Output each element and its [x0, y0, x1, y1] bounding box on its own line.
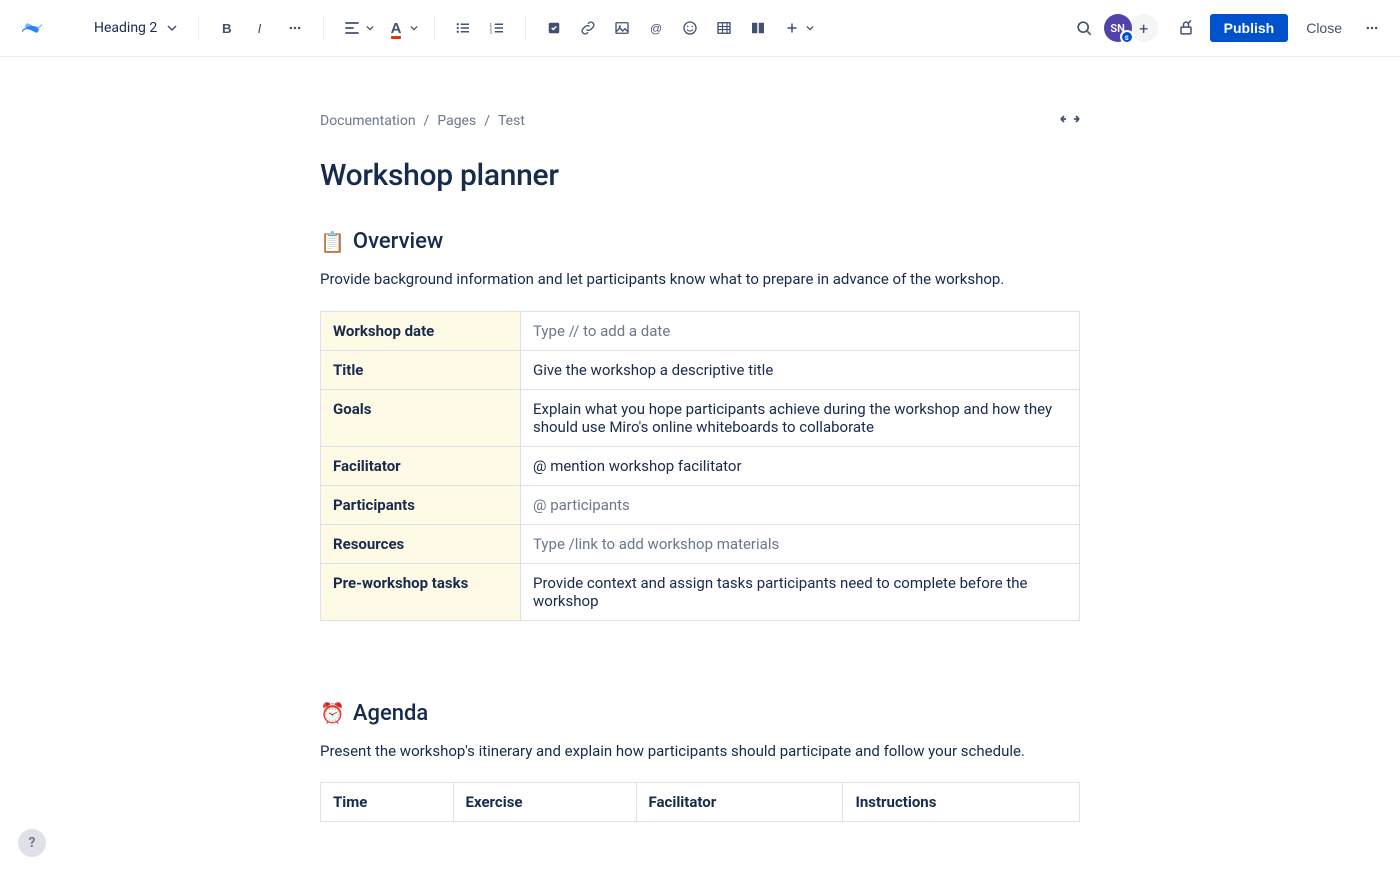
- row-label[interactable]: Resources: [321, 524, 521, 563]
- row-value[interactable]: Provide context and assign tasks partici…: [521, 563, 1080, 620]
- page-content[interactable]: Documentation / Pages / Test Workshop pl…: [320, 56, 1080, 875]
- overview-description[interactable]: Provide background information and let p…: [320, 268, 1080, 291]
- column-header[interactable]: Time: [321, 783, 454, 822]
- row-label[interactable]: Facilitator: [321, 446, 521, 485]
- row-value[interactable]: @ mention workshop facilitator: [521, 446, 1080, 485]
- row-value[interactable]: Type // to add a date: [521, 311, 1080, 350]
- mention-button[interactable]: @: [640, 12, 672, 44]
- row-label[interactable]: Workshop date: [321, 311, 521, 350]
- block-type-label: Heading 2: [94, 20, 157, 36]
- chevron-down-icon: [366, 24, 374, 32]
- block-type-select[interactable]: Heading 2: [86, 14, 186, 42]
- breadcrumb-separator: /: [484, 113, 490, 129]
- more-actions-button[interactable]: [1356, 12, 1388, 44]
- publish-button[interactable]: Publish: [1210, 14, 1289, 42]
- column-header[interactable]: Facilitator: [636, 783, 843, 822]
- chevron-down-icon: [410, 24, 418, 32]
- close-button[interactable]: Close: [1296, 14, 1352, 42]
- svg-text:B: B: [222, 21, 232, 36]
- table-row[interactable]: Workshop dateType // to add a date: [321, 311, 1080, 350]
- row-value[interactable]: Type /link to add workshop materials: [521, 524, 1080, 563]
- overview-heading[interactable]: 📋 Overview: [320, 229, 1080, 254]
- agenda-description[interactable]: Present the workshop's itinerary and exp…: [320, 740, 1080, 763]
- table-row[interactable]: Facilitator@ mention workshop facilitato…: [321, 446, 1080, 485]
- breadcrumb-separator: /: [424, 113, 430, 129]
- breadcrumb-item[interactable]: Documentation: [320, 113, 416, 129]
- numbered-list-button[interactable]: 123: [481, 12, 513, 44]
- chevron-down-icon: [806, 24, 814, 32]
- row-label[interactable]: Participants: [321, 485, 521, 524]
- restrictions-button[interactable]: [1170, 12, 1202, 44]
- table-row[interactable]: Participants@ participants: [321, 485, 1080, 524]
- toolbar-divider: [323, 16, 324, 40]
- text-color-button[interactable]: A: [380, 12, 412, 44]
- confluence-logo[interactable]: [12, 8, 52, 48]
- editor-toolbar: Heading 2 B I A 123 @ S: [0, 0, 1400, 56]
- page-width-toggle[interactable]: [1060, 112, 1080, 130]
- help-button[interactable]: ?: [18, 829, 46, 857]
- clipboard-icon: 📋: [320, 230, 345, 254]
- emoji-button[interactable]: [674, 12, 706, 44]
- more-formatting-button[interactable]: [279, 12, 311, 44]
- page-title[interactable]: Workshop planner: [320, 158, 1080, 193]
- svg-text:@: @: [650, 22, 662, 36]
- breadcrumb-item[interactable]: Test: [498, 113, 525, 129]
- row-value[interactable]: @ participants: [521, 485, 1080, 524]
- heading-text: Overview: [353, 229, 443, 254]
- invite-button[interactable]: +: [1130, 14, 1158, 42]
- breadcrumb: Documentation / Pages / Test: [320, 113, 525, 129]
- action-item-button[interactable]: [538, 12, 570, 44]
- table-row[interactable]: TitleGive the workshop a descriptive tit…: [321, 350, 1080, 389]
- column-header[interactable]: Exercise: [453, 783, 636, 822]
- row-label[interactable]: Pre-workshop tasks: [321, 563, 521, 620]
- clock-icon: ⏰: [320, 701, 345, 725]
- agenda-table[interactable]: TimeExerciseFacilitatorInstructions: [320, 782, 1080, 822]
- agenda-heading[interactable]: ⏰ Agenda: [320, 701, 1080, 726]
- row-value[interactable]: Explain what you hope participants achie…: [521, 389, 1080, 446]
- insert-more-button[interactable]: [776, 12, 808, 44]
- bold-button[interactable]: B: [211, 12, 243, 44]
- link-button[interactable]: [572, 12, 604, 44]
- svg-text:I: I: [258, 21, 262, 36]
- table-button[interactable]: [708, 12, 740, 44]
- column-header[interactable]: Instructions: [843, 783, 1080, 822]
- row-label[interactable]: Goals: [321, 389, 521, 446]
- table-row[interactable]: ResourcesType /link to add workshop mate…: [321, 524, 1080, 563]
- row-value[interactable]: Give the workshop a descriptive title: [521, 350, 1080, 389]
- breadcrumb-item[interactable]: Pages: [437, 113, 476, 129]
- toolbar-divider: [434, 16, 435, 40]
- toolbar-divider: [198, 16, 199, 40]
- heading-text: Agenda: [353, 701, 428, 726]
- table-row[interactable]: Pre-workshop tasksProvide context and as…: [321, 563, 1080, 620]
- align-button[interactable]: [336, 12, 368, 44]
- user-avatar[interactable]: SN s: [1104, 14, 1132, 42]
- italic-button[interactable]: I: [245, 12, 277, 44]
- find-replace-button[interactable]: [1068, 12, 1100, 44]
- avatar-badge: s: [1120, 30, 1134, 44]
- overview-table[interactable]: Workshop dateType // to add a dateTitleG…: [320, 311, 1080, 621]
- image-button[interactable]: [606, 12, 638, 44]
- chevron-down-icon: [167, 23, 177, 33]
- table-row[interactable]: GoalsExplain what you hope participants …: [321, 389, 1080, 446]
- svg-text:3: 3: [490, 29, 493, 34]
- row-label[interactable]: Title: [321, 350, 521, 389]
- bullet-list-button[interactable]: [447, 12, 479, 44]
- toolbar-divider: [525, 16, 526, 40]
- layouts-button[interactable]: [742, 12, 774, 44]
